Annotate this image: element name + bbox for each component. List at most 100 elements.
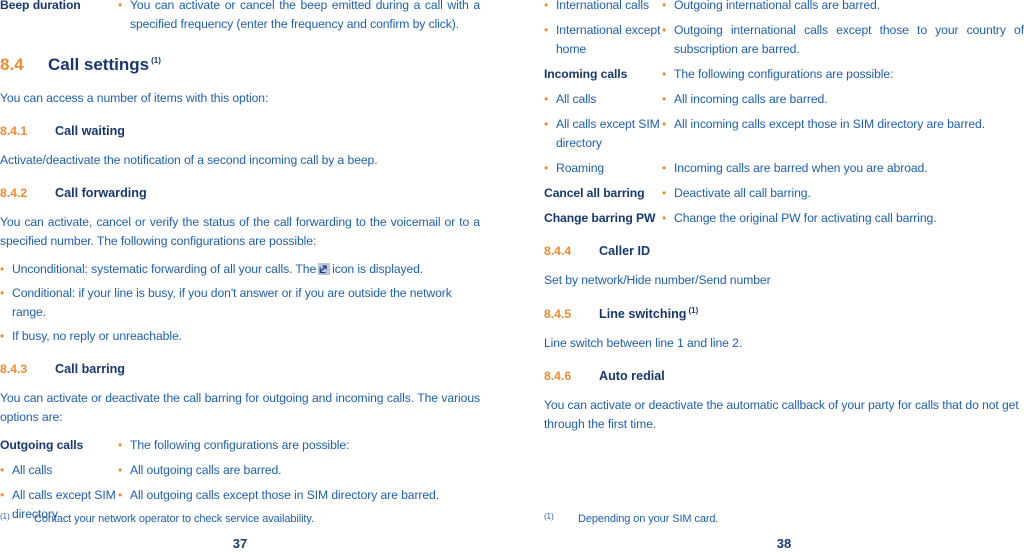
bullet-icon: •	[662, 211, 667, 225]
heading-title: Auto redial	[599, 369, 665, 384]
table-row: • International calls • Outgoing interna…	[544, 0, 1024, 15]
term-label: Change barring PW	[544, 211, 656, 225]
row-description: • The following configurations are possi…	[662, 65, 1024, 84]
heading-number: 8.4.6	[544, 369, 572, 384]
heading-title: Call settings (1)	[48, 55, 161, 75]
footnote-marker-text: (1)	[544, 512, 554, 521]
heading-call-barring: 8.4.3 Call barring	[0, 362, 480, 376]
heading-number: 8.4.1	[0, 124, 28, 138]
row-term: • All calls	[544, 90, 662, 109]
bullet-icon: •	[662, 117, 667, 131]
description-text: The following configurations are possibl…	[130, 438, 350, 452]
bullet-icon: •	[662, 92, 667, 106]
heading-title: Call waiting	[55, 124, 125, 138]
row-description: • All incoming calls are barred.	[662, 90, 1024, 109]
term-label: Outgoing calls	[0, 438, 84, 452]
table-call-barring-continued: • International calls • Outgoing interna…	[544, 0, 1024, 228]
list-item-label: If busy, no reply or unreachable.	[12, 329, 182, 343]
paragraph-call-forwarding: You can activate, cancel or verify the s…	[0, 215, 480, 248]
paragraph-call-barring: You can activate or deactivate the call …	[0, 391, 480, 424]
footnote-marker: (1)	[544, 512, 578, 527]
description-text: All incoming calls are barred.	[674, 92, 828, 106]
heading-title: Caller ID	[599, 244, 651, 258]
term-beep-duration: Beep duration	[0, 0, 118, 15]
row-term: • International calls	[544, 0, 662, 15]
bullet-icon: •	[0, 262, 5, 276]
description-text: All outgoing calls except those in SIM d…	[130, 488, 440, 502]
heading-line-switching: 8.4.5 Line switching (1)	[544, 306, 1024, 321]
bullet-icon: •	[662, 23, 667, 37]
list-item: • Conditional: if your line is busy, if …	[0, 284, 480, 322]
list-item: • Unconditional: systematic forwarding o…	[0, 260, 480, 279]
bullet-icon: •	[662, 161, 667, 175]
paragraph-line-switching: Line switch between line 1 and line 2.	[544, 336, 743, 351]
description-text: The following configurations are possibl…	[674, 67, 894, 81]
paragraph-auto-redial: You can activate or deactivate the autom…	[544, 398, 1019, 432]
heading-title: Call forwarding	[55, 186, 147, 200]
table-row: • All calls except SIM directory • All i…	[544, 115, 1024, 153]
page-left-content: Beep duration • You can activate or canc…	[0, 0, 480, 530]
bullet-icon: •	[0, 329, 5, 343]
bullet-icon: •	[0, 286, 5, 300]
description-text: All incoming calls except those in SIM d…	[674, 117, 986, 131]
row-description: • Outgoing international calls are barre…	[662, 0, 1024, 15]
list-item-text-after: icon is displayed.	[332, 262, 424, 276]
list-item-text-before: Unconditional: systematic forwarding of …	[12, 262, 317, 276]
row-description: • All incoming calls except those in SIM…	[662, 115, 1024, 134]
term-label: International except home	[556, 23, 661, 56]
bullet-icon: •	[662, 67, 667, 81]
bullet-icon: •	[544, 92, 549, 106]
term-label: All calls	[12, 463, 53, 477]
list-item: • If busy, no reply or unreachable.	[0, 327, 480, 346]
heading-number: 8.4.3	[0, 362, 28, 376]
page-number-left: 37	[232, 536, 248, 551]
row-description: • Outgoing international calls except th…	[662, 21, 1024, 59]
table-row: • Roaming • Incoming calls are barred wh…	[544, 159, 1024, 178]
row-description: • Deactivate all call barring.	[662, 184, 1024, 203]
bullet-icon: •	[118, 438, 123, 452]
row-term: Outgoing calls	[0, 436, 118, 455]
footnote-marker: (1)	[0, 512, 34, 527]
table-row: • All calls • All incoming calls are bar…	[544, 90, 1024, 109]
row-description: • Change the original PW for activating …	[662, 209, 1024, 228]
heading-title-text: Call settings	[48, 55, 150, 74]
row-description: • All outgoing calls are barred.	[118, 461, 480, 480]
row-term: • All calls	[0, 461, 118, 480]
list-call-forwarding-options: • Unconditional: systematic forwarding o…	[0, 260, 480, 346]
footnote-marker-text: (1)	[0, 512, 10, 521]
heading-call-waiting: 8.4.1 Call waiting	[0, 124, 480, 138]
term-label: All calls	[556, 92, 597, 106]
row-description: • The following configurations are possi…	[118, 436, 480, 455]
manual-page-spread: Beep duration • You can activate or canc…	[0, 0, 1024, 553]
term-label: Beep duration	[0, 0, 81, 12]
heading-number: 8.4	[0, 55, 24, 74]
paragraph-call-waiting: Activate/deactivate the notification of …	[0, 153, 378, 167]
heading-auto-redial: 8.4.6 Auto redial	[544, 369, 1024, 383]
definition-row-beep-duration: Beep duration • You can activate or canc…	[0, 0, 480, 34]
list-item-label: Conditional: if your line is busy, if yo…	[12, 286, 452, 319]
term-label: Incoming calls	[544, 67, 628, 81]
row-description: • Incoming calls are barred when you are…	[662, 159, 1024, 178]
description-text: Deactivate all call barring.	[674, 186, 811, 200]
heading-call-settings: 8.4 Call settings (1)	[0, 55, 480, 75]
row-term: • International except home	[544, 21, 662, 59]
bullet-icon: •	[0, 463, 5, 477]
heading-title: Line switching (1)	[599, 306, 698, 321]
description-text: Incoming calls are barred when you are a…	[674, 161, 928, 175]
page-right-content: • International calls • Outgoing interna…	[544, 0, 1024, 443]
row-term: Cancel all barring	[544, 184, 662, 203]
table-call-barring-outgoing: Outgoing calls • The following configura…	[0, 436, 480, 524]
footnote-text: Contact your network operator to check s…	[34, 513, 314, 525]
bullet-icon: •	[662, 186, 667, 200]
bullet-icon: •	[544, 0, 549, 12]
term-label: International calls	[556, 0, 649, 12]
heading-call-forwarding: 8.4.2 Call forwarding	[0, 186, 480, 200]
term-label: Cancel all barring	[544, 186, 645, 200]
row-term: • Roaming	[544, 159, 662, 178]
footnote-marker: (1)	[688, 306, 699, 315]
description-text: All outgoing calls are barred.	[130, 463, 282, 477]
heading-number: 8.4.4	[544, 244, 572, 258]
bullet-icon: •	[544, 117, 549, 131]
heading-number: 8.4.2	[0, 186, 28, 200]
bullet-icon: •	[544, 23, 549, 37]
